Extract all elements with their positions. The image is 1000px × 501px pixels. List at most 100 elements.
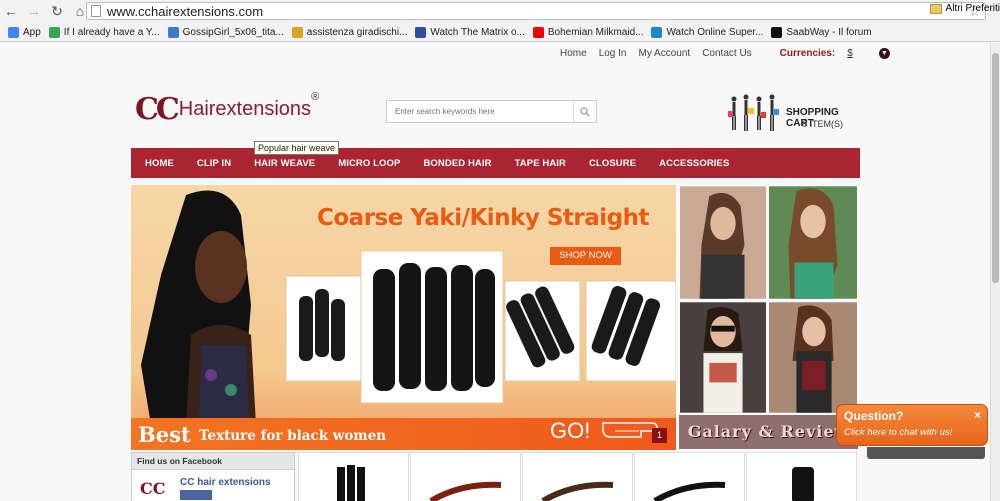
home-icon[interactable]: ⌂ bbox=[73, 4, 87, 18]
bookmarks-bar: App If I already have a Y... GossipGirl_5x… bbox=[0, 23, 1000, 41]
hand-icon bbox=[291, 26, 303, 38]
facebook-like-button[interactable] bbox=[180, 490, 212, 500]
bookmark-label: Watch The Matrix o... bbox=[430, 26, 525, 38]
banner-best: Best bbox=[138, 422, 191, 447]
facebook-page-name[interactable]: CC hair extensions bbox=[180, 477, 271, 488]
logo-text: Hairextensions bbox=[178, 97, 312, 120]
back-icon[interactable]: ← bbox=[4, 4, 18, 18]
bookmark-item[interactable]: GossipGirl_5x06_tita... bbox=[167, 26, 284, 38]
search-input[interactable] bbox=[387, 101, 573, 122]
nav-tape-hair[interactable]: TAPE HAIR bbox=[515, 158, 566, 169]
product-thumb-3[interactable] bbox=[522, 452, 633, 501]
c-logo-icon bbox=[167, 26, 179, 38]
logo-registered: ® bbox=[311, 91, 320, 103]
page-icon bbox=[415, 26, 427, 38]
shopping-women-icon bbox=[728, 94, 779, 131]
chat-subtitle: Click here to chat with us! bbox=[844, 427, 953, 438]
nav-bonded-hair[interactable]: BONDED HAIR bbox=[423, 158, 491, 169]
logo-cc: CC bbox=[135, 91, 180, 127]
go-button[interactable]: GO! bbox=[550, 418, 590, 444]
nav-accessories[interactable]: ACCESSORIES bbox=[659, 158, 729, 169]
youtube-icon bbox=[532, 26, 544, 38]
bookmark-item[interactable]: SaabWay - Il forum bbox=[771, 26, 872, 38]
nav-buttons: ← → ↻ ⌂ bbox=[4, 4, 87, 18]
nav-closure[interactable]: CLOSURE bbox=[589, 158, 636, 169]
product-thumb-2[interactable] bbox=[410, 452, 521, 501]
link-home[interactable]: Home bbox=[560, 48, 587, 59]
search-box bbox=[386, 100, 597, 123]
bookmark-label: assistenza giradischi... bbox=[306, 26, 408, 38]
shopping-cart[interactable]: SHOPPING CART 0 ITEM(S) bbox=[726, 93, 866, 138]
nav-micro-loop[interactable]: MICRO LOOP bbox=[338, 158, 400, 169]
bookmark-label: If I already have a Y... bbox=[63, 26, 160, 38]
bookmark-label: Watch Online Super... bbox=[666, 26, 764, 38]
folder-icon bbox=[929, 3, 942, 14]
address-bar[interactable]: www.cchairextensions.com ☆ bbox=[86, 2, 986, 20]
link-contact-us[interactable]: Contact Us bbox=[702, 48, 751, 59]
currencies-label: Currencies: bbox=[779, 48, 836, 59]
product-thumb-1[interactable] bbox=[298, 452, 409, 501]
product-thumb-5[interactable] bbox=[746, 452, 857, 501]
main-navigation: HOME CLIP IN HAIR WEAVE MICRO LOOP BONDE… bbox=[131, 148, 860, 178]
bookmark-item[interactable]: assistenza giradischi... bbox=[291, 26, 408, 38]
bookmark-label: SaabWay - Il forum bbox=[786, 26, 872, 38]
gallery-photo-2[interactable] bbox=[768, 185, 858, 300]
bookmark-item[interactable]: Watch The Matrix o... bbox=[415, 26, 525, 38]
gallery-photo-1[interactable] bbox=[679, 185, 767, 300]
forward-icon[interactable]: → bbox=[27, 4, 41, 18]
other-bookmarks-label: Altri Preferiti bbox=[945, 3, 1000, 14]
product-image-1 bbox=[337, 465, 365, 501]
bookmark-label: GossipGirl_5x06_tita... bbox=[182, 26, 284, 38]
gallery-photo-4[interactable] bbox=[768, 301, 858, 414]
gallery-photo-3[interactable] bbox=[679, 301, 767, 414]
nav-home[interactable]: HOME bbox=[145, 158, 174, 169]
banner-best-subtitle: Texture for black women bbox=[199, 428, 387, 444]
top-links: Home Log In My Account Contact Us Curren… bbox=[560, 48, 890, 59]
gallery-review-banner[interactable]: Galary & Review bbox=[679, 415, 858, 449]
tooltip: Popular hair weave bbox=[254, 141, 340, 155]
search-icon bbox=[580, 106, 590, 116]
link-my-account[interactable]: My Account bbox=[639, 48, 691, 59]
google-icon bbox=[48, 26, 60, 38]
search-button[interactable] bbox=[573, 101, 596, 122]
product-image-5 bbox=[792, 467, 814, 501]
nav-hair-weave[interactable]: HAIR WEAVE bbox=[254, 158, 315, 169]
hair-bundles-image bbox=[285, 251, 676, 404]
cart-count: 0 ITEM(S) bbox=[802, 119, 844, 129]
live-chat-widget[interactable]: Question? Click here to chat with us! × bbox=[836, 404, 988, 446]
bookmark-label: Bohemian Milkmaid... bbox=[547, 26, 644, 38]
url-text[interactable]: www.cchairextensions.com bbox=[107, 4, 263, 19]
site-logo[interactable]: CC Hairextensions ® bbox=[135, 89, 345, 129]
product-image-4 bbox=[653, 481, 726, 501]
hero-banner[interactable]: Coarse Yaki/Kinky Straight SHOP NOW Best… bbox=[131, 185, 676, 450]
apps-grid-icon bbox=[8, 26, 19, 38]
currency-dropdown-icon[interactable]: ▼ bbox=[878, 48, 890, 59]
reload-icon[interactable]: ↻ bbox=[50, 4, 64, 18]
bookmark-label: App bbox=[23, 26, 41, 38]
bookmark-item[interactable]: If I already have a Y... bbox=[48, 26, 160, 38]
browser-toolbar: ← → ↻ ⌂ www.cchairextensions.com ☆ App If… bbox=[0, 0, 1000, 42]
chat-close-icon[interactable]: × bbox=[974, 408, 981, 422]
facebook-heading: Find us on Facebook bbox=[132, 453, 294, 470]
product-thumb-4[interactable] bbox=[634, 452, 745, 501]
bookmark-item[interactable]: Watch Online Super... bbox=[651, 26, 764, 38]
page-scrollbar[interactable] bbox=[990, 43, 1000, 501]
page-icon bbox=[91, 5, 101, 17]
saab-icon bbox=[771, 26, 783, 38]
bookmark-item[interactable]: App bbox=[8, 26, 41, 38]
product-image-2 bbox=[429, 481, 502, 501]
gallery-label-amp: & bbox=[751, 422, 781, 441]
bookmark-item[interactable]: Bohemian Milkmaid... bbox=[532, 26, 644, 38]
chat-tab[interactable] bbox=[867, 447, 985, 459]
banner-headline: Coarse Yaki/Kinky Straight bbox=[317, 205, 650, 231]
currency-value[interactable]: $ bbox=[847, 48, 853, 59]
other-bookmarks[interactable]: Altri Preferiti bbox=[929, 3, 1000, 14]
slide-number[interactable]: 1 bbox=[652, 428, 667, 443]
chat-question: Question? bbox=[844, 409, 904, 423]
facebook-widget: Find us on Facebook CC CC hair extension… bbox=[131, 452, 295, 501]
nav-clip-in[interactable]: CLIP IN bbox=[197, 158, 231, 169]
link-login[interactable]: Log In bbox=[599, 48, 627, 59]
box-icon bbox=[651, 26, 663, 38]
facebook-page-logo[interactable]: CC bbox=[140, 479, 165, 498]
scrollbar-thumb[interactable] bbox=[992, 53, 999, 283]
